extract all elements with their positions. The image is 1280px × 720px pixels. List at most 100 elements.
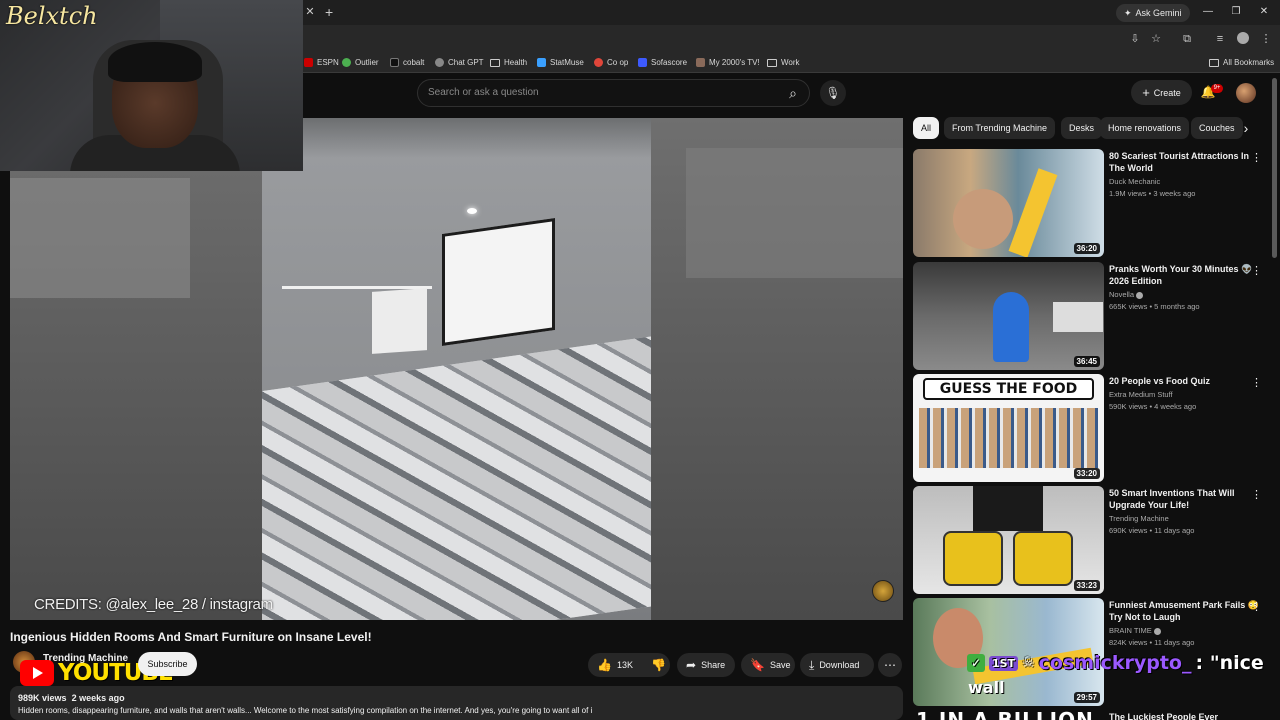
more-vertical-icon[interactable]: ⋮: [1251, 488, 1262, 502]
window-close-icon[interactable]: ✕: [1254, 4, 1274, 20]
bookmark-my-2000s-tv[interactable]: My 2000's TV!: [696, 56, 760, 69]
new-tab-icon[interactable]: +: [325, 3, 339, 21]
search-box[interactable]: Search or ask a question ⌕: [417, 79, 810, 107]
bookmark-sofascore[interactable]: Sofascore: [638, 56, 687, 69]
thumbnail-coaster-track: [1008, 168, 1058, 257]
chip-home-renovations[interactable]: Home renovations: [1100, 117, 1190, 139]
like-button[interactable]: 👍 13K: [588, 653, 642, 677]
search-icon[interactable]: ⌕: [781, 82, 805, 104]
chevron-right-icon[interactable]: ›: [1238, 118, 1254, 138]
recommendation-channel[interactable]: Novella: [1109, 290, 1144, 299]
folder-icon: [1209, 58, 1219, 67]
recommendation-channel[interactable]: Trending Machine: [1109, 514, 1169, 523]
thumbnail-shoe-right: [1013, 531, 1073, 586]
thumbnail-shoe-left: [943, 531, 1003, 586]
extensions-icon[interactable]: ⧉: [1180, 32, 1194, 46]
browser-menu-icon[interactable]: ⋮: [1259, 32, 1273, 46]
recommendation-channel[interactable]: Duck Mechanic: [1109, 177, 1160, 186]
thumbnail-text: wall: [968, 678, 1005, 697]
more-vertical-icon[interactable]: ⋮: [1251, 264, 1262, 278]
subscribe-button[interactable]: Subscribe: [138, 652, 197, 676]
chip-from-trending-machine[interactable]: From Trending Machine: [944, 117, 1056, 139]
gemini-sparkle-icon: ✦: [1124, 8, 1132, 18]
tab-close-icon[interactable]: ✕: [303, 5, 317, 19]
ceiling: [262, 118, 651, 158]
thumbnail-person: [953, 189, 1013, 249]
recommendation-item[interactable]: 33:23 50 Smart Inventions That Will Upgr…: [913, 486, 1273, 594]
bookmark-outlier[interactable]: Outlier: [342, 56, 379, 69]
recommendation-item[interactable]: 36:45 Pranks Worth Your 30 Minutes 👽 202…: [913, 262, 1273, 370]
minimize-icon[interactable]: —: [1198, 4, 1218, 20]
browser-profile-avatar[interactable]: [1237, 32, 1249, 44]
recommendation-meta: 590K views • 4 weeks ago: [1109, 402, 1197, 411]
recommendation-title[interactable]: Pranks Worth Your 30 Minutes 👽 2026 Edit…: [1109, 263, 1259, 287]
download-button[interactable]: ⤓ Download: [800, 653, 874, 677]
recommendation-title[interactable]: Funniest Amusement Park Fails 😳 Try Not …: [1109, 599, 1259, 623]
cobalt-icon: [390, 58, 399, 67]
media-controls-icon[interactable]: ≡: [1213, 32, 1227, 46]
ceiling-light: [467, 208, 477, 214]
save-button[interactable]: 🔖 Save: [741, 653, 795, 677]
video-thumbnail[interactable]: 33:23: [913, 486, 1104, 594]
streamer-hair: [108, 42, 202, 82]
video-player[interactable]: CREDITS: @alex_lee_28 / instagram: [10, 118, 903, 620]
bookmark-health-folder[interactable]: Health: [490, 56, 527, 69]
recommendation-item[interactable]: 36:20 80 Scariest Tourist Attractions In…: [913, 149, 1273, 257]
wall-panel: [372, 288, 427, 354]
plus-icon: +: [1142, 85, 1150, 100]
more-vertical-icon[interactable]: ⋮: [1251, 376, 1262, 390]
create-button[interactable]: + Create: [1131, 80, 1192, 105]
bookmark-cobalt[interactable]: cobalt: [390, 56, 424, 69]
ask-gemini-button[interactable]: ✦ Ask Gemini: [1116, 4, 1190, 22]
recommendation-meta: 824K views • 11 days ago: [1109, 638, 1195, 647]
bookmark-espn[interactable]: ESPN: [304, 56, 339, 69]
recommendation-item[interactable]: GUESS THE FOOD 33:20 20 People vs Food Q…: [913, 374, 1273, 482]
chip-desks[interactable]: Desks: [1061, 117, 1103, 139]
thumbnail-legs: [973, 486, 1043, 531]
chip-all[interactable]: All: [913, 117, 940, 139]
folder-icon: [490, 58, 500, 67]
channel-watermark[interactable]: [872, 580, 894, 602]
all-bookmarks[interactable]: All Bookmarks: [1209, 56, 1274, 69]
chip-couches[interactable]: Couches: [1191, 117, 1243, 139]
next-recommendation-title[interactable]: The Luckiest People Ever: [1109, 712, 1218, 720]
more-vertical-icon[interactable]: ⋮: [1251, 151, 1262, 165]
microphone-icon[interactable]: 🎙: [820, 80, 846, 106]
bookmark-coop[interactable]: Co op: [594, 56, 628, 69]
recommendation-meta: 665K views • 5 months ago: [1109, 302, 1200, 311]
blurred-screen-left: [10, 178, 190, 298]
account-avatar[interactable]: [1236, 83, 1256, 103]
bookmark-statmuse[interactable]: StatMuse: [537, 56, 584, 69]
video-thumbnail[interactable]: GUESS THE FOOD 33:20: [913, 374, 1104, 482]
sofascore-icon: [638, 58, 647, 67]
page-scrollbar[interactable]: [1272, 78, 1277, 258]
description-box[interactable]: 989K views 2 weeks ago Hidden rooms, dis…: [10, 686, 903, 720]
bookmark-star-icon[interactable]: ☆: [1149, 32, 1163, 46]
bookmark-work-folder[interactable]: Work: [767, 56, 800, 69]
chat-username: cosmickrypto_: [1038, 652, 1192, 674]
recommendation-channel[interactable]: BRAIN TIME: [1109, 626, 1161, 635]
chatgpt-icon: [435, 58, 444, 67]
video-thumbnail[interactable]: 36:20: [913, 149, 1104, 257]
verified-icon: [1153, 627, 1161, 635]
bookmark-chatgpt[interactable]: Chat GPT: [435, 56, 484, 69]
recommendation-title[interactable]: 20 People vs Food Quiz: [1109, 375, 1259, 387]
thumbnail-car: [1053, 302, 1103, 332]
video-thumbnail[interactable]: 36:45: [913, 262, 1104, 370]
video-credits-overlay: CREDITS: @alex_lee_28 / instagram: [34, 596, 273, 613]
outlier-icon: [342, 58, 351, 67]
share-arrow-icon: ➦: [686, 658, 697, 672]
more-vertical-icon[interactable]: ⋮: [1251, 600, 1262, 614]
coop-icon: [594, 58, 603, 67]
recommendation-title[interactable]: 50 Smart Inventions That Will Upgrade Yo…: [1109, 487, 1259, 511]
dislike-button[interactable]: 👎: [642, 653, 675, 677]
recommendation-title[interactable]: 80 Scariest Tourist Attractions In The W…: [1109, 150, 1259, 174]
maximize-icon[interactable]: ❐: [1226, 4, 1246, 20]
duration-badge: 33:23: [1073, 580, 1100, 591]
more-actions-button[interactable]: ⋯: [878, 653, 902, 677]
recommendation-channel[interactable]: Extra Medium Stuff: [1109, 390, 1173, 399]
search-input[interactable]: Search or ask a question: [428, 87, 539, 98]
share-button[interactable]: ➦ Share: [677, 653, 735, 677]
skull-icon: ☠: [1022, 655, 1035, 671]
install-app-icon[interactable]: ⇩: [1128, 32, 1142, 46]
